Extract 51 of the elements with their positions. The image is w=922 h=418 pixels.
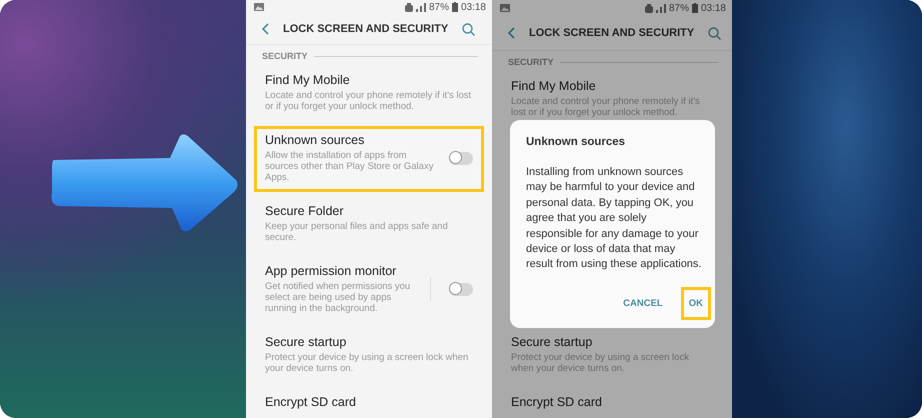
- search-icon[interactable]: [708, 26, 722, 40]
- toggle-switch[interactable]: [449, 282, 473, 296]
- setting-row[interactable]: Secure startup Protect your device by using a screen lock when your device turns on.: [254, 328, 484, 383]
- setting-description: Protect your device by using a screen lock when your device turns on.: [265, 352, 470, 374]
- back-icon[interactable]: [261, 23, 269, 36]
- arrow-icon: [50, 134, 240, 234]
- image-icon: [254, 3, 264, 12]
- image-icon: [500, 4, 510, 12]
- section-header: SECURITY: [508, 57, 554, 67]
- setting-description: Locate and control your phone remotely if it's lost or if you forget your unlock method.: [265, 90, 472, 112]
- setting-row[interactable]: Encrypt SD card: [254, 388, 484, 418]
- setting-title: App permission monitor: [265, 264, 398, 278]
- setting-description: Keep your personal files and apps safe and secure.: [265, 221, 449, 243]
- signal-icon: [416, 2, 426, 12]
- dialog-message: Installing from unknown sources may be harmful to your device and personal data. By tapping OK, you agree that you are solely responsible for any damage to your device or loss of data that may result from using these applications.: [526, 165, 702, 272]
- alarm-icon: [644, 4, 653, 12]
- setting-row[interactable]: Secure startup Protect your device by using a screen lock when your device turns on.: [500, 328, 724, 383]
- highlighted-setting-row[interactable]: Unknown sources Allow the installation of apps from sources other than Play Store or Galaxy Apps.: [254, 126, 484, 192]
- setting-title: Secure startup: [265, 335, 348, 349]
- setting-title: Secure Folder: [265, 204, 345, 218]
- clock-time: 03:18: [460, 2, 486, 13]
- setting-description: Locate and control your phone remotely if it's lost or if you forget your unlock method.: [511, 96, 701, 118]
- back-icon[interactable]: [507, 27, 515, 39]
- toggle-switch[interactable]: [449, 152, 473, 164]
- battery-level: 87%: [428, 2, 449, 13]
- setting-title: Secure startup: [511, 335, 594, 349]
- setting-row[interactable]: Secure Folder Keep your personal files and apps safe and secure.: [254, 197, 484, 252]
- battery-icon: [452, 2, 458, 12]
- dialog-button[interactable]: OK: [680, 286, 711, 320]
- setting-title: Encrypt SD card: [511, 395, 604, 409]
- battery-level: 87%: [668, 2, 689, 14]
- clock-time: 03:18: [700, 2, 726, 14]
- setting-row[interactable]: Find My Mobile Locate and control your phone remotely if it's lost or if you forget your unlock method.: [254, 66, 484, 121]
- setting-title: Encrypt SD card: [265, 395, 358, 409]
- section-header: SECURITY: [262, 51, 308, 61]
- battery-icon: [692, 3, 698, 13]
- setting-description: Get notified when permissions you select are being used by apps running in the background.: [265, 281, 412, 314]
- setting-row[interactable]: App permission monitor Get notified when permissions you select are being used by apps running in the background.: [254, 257, 484, 323]
- setting-title: Find My Mobile: [265, 73, 351, 87]
- dialog-title: Unknown sources: [526, 136, 626, 148]
- screen-title: LOCK SCREEN AND SECURITY: [283, 23, 448, 36]
- dialog-button[interactable]: CANCEL: [615, 286, 671, 320]
- setting-row[interactable]: Encrypt SD card: [500, 388, 724, 418]
- screen-title: LOCK SCREEN AND SECURITY: [529, 27, 694, 39]
- setting-description: Protect your device by using a screen lock when your device turns on.: [511, 352, 690, 374]
- alarm-icon: [404, 2, 413, 12]
- setting-title: Unknown sources: [265, 133, 366, 147]
- signal-icon: [656, 4, 666, 12]
- search-icon[interactable]: [462, 22, 476, 36]
- setting-title: Find My Mobile: [511, 79, 597, 93]
- setting-description: Allow the installation of apps from sources other than Play Store or Galaxy Apps.: [265, 150, 434, 183]
